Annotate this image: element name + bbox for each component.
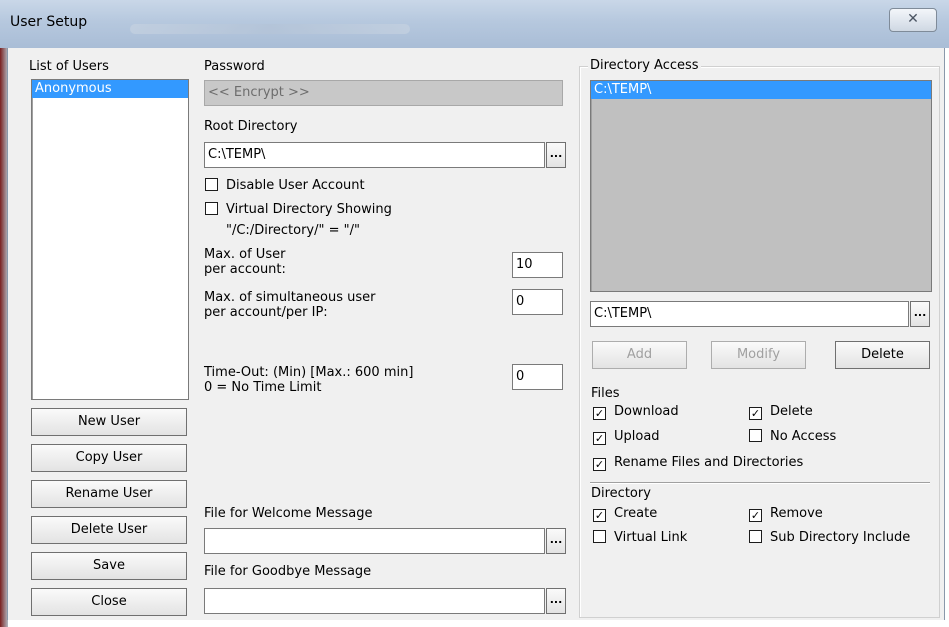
welcome-label: File for Welcome Message — [204, 506, 373, 521]
checkbox-checked-icon[interactable]: ✓ — [593, 432, 606, 445]
ellipsis-icon: ... — [913, 306, 927, 319]
disable-account-checkbox[interactable]: Disable User Account — [205, 178, 365, 196]
checkbox-label: Sub Directory Include — [770, 530, 911, 545]
list-item[interactable]: Anonymous — [32, 80, 188, 98]
max-sim-label-line1: Max. of simultaneous user — [204, 290, 376, 305]
directory-browse-button[interactable]: ... — [910, 301, 930, 327]
checkbox-label: Remove — [770, 506, 823, 521]
checkbox-checked-icon[interactable]: ✓ — [593, 407, 606, 420]
root-directory-field[interactable]: C:\TEMP\ — [204, 142, 545, 168]
max-user-label-line2: per account: — [204, 262, 286, 277]
checkbox-label: Create — [614, 506, 658, 521]
ellipsis-icon: ... — [549, 533, 563, 546]
timeout-label-line2: 0 = No Time Limit — [204, 380, 322, 395]
password-field: << Encrypt >> — [204, 80, 563, 106]
checkbox-box[interactable] — [593, 530, 606, 543]
remove-checkbox[interactable]: ✓ Remove — [749, 506, 823, 524]
checkbox-label: Virtual Link — [614, 530, 688, 545]
checkbox-label: Upload — [614, 429, 660, 444]
user-setup-window: User Setup ✕ List of Users Anonymous New… — [0, 0, 949, 627]
timeout-label: Time-Out: (Min) [Max.: 600 min] 0 = No Ti… — [204, 365, 413, 395]
checkbox-box[interactable] — [205, 202, 218, 215]
sub-directory-include-checkbox[interactable]: Sub Directory Include — [749, 530, 910, 548]
checkbox-label: Rename Files and Directories — [614, 455, 804, 470]
root-directory-label: Root Directory — [204, 119, 298, 134]
users-listbox[interactable]: Anonymous — [31, 79, 189, 400]
goodbye-file-field[interactable] — [204, 588, 545, 614]
goodbye-browse-button[interactable]: ... — [546, 588, 566, 614]
root-directory-browse-button[interactable]: ... — [546, 142, 566, 168]
ellipsis-icon: ... — [549, 593, 563, 606]
close-window-button[interactable]: ✕ — [889, 8, 937, 32]
rename-user-button[interactable]: Rename User — [31, 480, 187, 508]
checkbox-checked-icon[interactable]: ✓ — [749, 509, 762, 522]
window-title: User Setup — [10, 14, 88, 30]
directory-access-label: Directory Access — [588, 58, 701, 73]
separator — [590, 482, 930, 484]
checkbox-box[interactable] — [749, 530, 762, 543]
ellipsis-icon: ... — [549, 147, 563, 160]
create-checkbox[interactable]: ✓ Create — [593, 506, 657, 524]
directory-access-listbox[interactable]: C:\TEMP\ — [590, 80, 932, 292]
welcome-file-field[interactable] — [204, 528, 545, 554]
max-simultaneous-label: Max. of simultaneous user per account/per… — [204, 290, 375, 320]
checkbox-checked-icon[interactable]: ✓ — [749, 407, 762, 420]
goodbye-label: File for Goodbye Message — [204, 564, 372, 579]
virtual-link-checkbox[interactable]: Virtual Link — [593, 530, 687, 548]
checkbox-label: No Access — [770, 429, 837, 444]
timeout-label-line1: Time-Out: (Min) [Max.: 600 min] — [204, 365, 414, 380]
max-user-field[interactable]: 10 — [512, 252, 563, 278]
save-button[interactable]: Save — [31, 552, 187, 580]
dialog-body: List of Users Anonymous New User Copy Us… — [7, 48, 945, 620]
list-item[interactable]: C:\TEMP\ — [591, 81, 931, 99]
close-button[interactable]: Close — [31, 588, 187, 616]
add-directory-button[interactable]: Add — [592, 341, 687, 369]
users-list-label: List of Users — [29, 59, 109, 74]
no-access-checkbox[interactable]: No Access — [749, 429, 836, 447]
title-bar[interactable]: User Setup ✕ — [0, 0, 949, 48]
max-simultaneous-field[interactable]: 0 — [512, 289, 563, 315]
blurred-menu-bar — [130, 24, 410, 34]
copy-user-button[interactable]: Copy User — [31, 444, 187, 472]
rename-checkbox[interactable]: ✓ Rename Files and Directories — [593, 455, 803, 473]
download-checkbox[interactable]: ✓ Download — [593, 404, 679, 422]
checkbox-label: Virtual Directory Showing — [226, 202, 392, 217]
delete-directory-button[interactable]: Delete — [835, 341, 930, 369]
virtual-directory-checkbox[interactable]: Virtual Directory Showing — [205, 202, 392, 220]
checkbox-checked-icon[interactable]: ✓ — [593, 458, 606, 471]
checkbox-checked-icon[interactable]: ✓ — [593, 509, 606, 522]
files-label: Files — [591, 386, 620, 401]
delete-user-button[interactable]: Delete User — [31, 516, 187, 544]
checkbox-label: Download — [614, 404, 679, 419]
max-user-label: Max. of User per account: — [204, 247, 286, 277]
password-label: Password — [204, 59, 265, 74]
close-icon: ✕ — [907, 11, 919, 27]
max-sim-label-line2: per account/per IP: — [204, 305, 328, 320]
upload-checkbox[interactable]: ✓ Upload — [593, 429, 660, 447]
max-user-label-line1: Max. of User — [204, 247, 286, 262]
timeout-field[interactable]: 0 — [512, 364, 563, 390]
checkbox-label: Disable User Account — [226, 178, 365, 193]
checkbox-box[interactable] — [205, 178, 218, 191]
welcome-browse-button[interactable]: ... — [546, 528, 566, 554]
directory-label: Directory — [591, 486, 651, 501]
virtual-directory-note: "/C:/Directory/" = "/" — [226, 223, 360, 238]
delete-file-checkbox[interactable]: ✓ Delete — [749, 404, 813, 422]
new-user-button[interactable]: New User — [31, 408, 187, 436]
checkbox-label: Delete — [770, 404, 813, 419]
checkbox-box[interactable] — [749, 429, 762, 442]
modify-directory-button[interactable]: Modify — [711, 341, 806, 369]
directory-path-field[interactable]: C:\TEMP\ — [590, 301, 909, 327]
